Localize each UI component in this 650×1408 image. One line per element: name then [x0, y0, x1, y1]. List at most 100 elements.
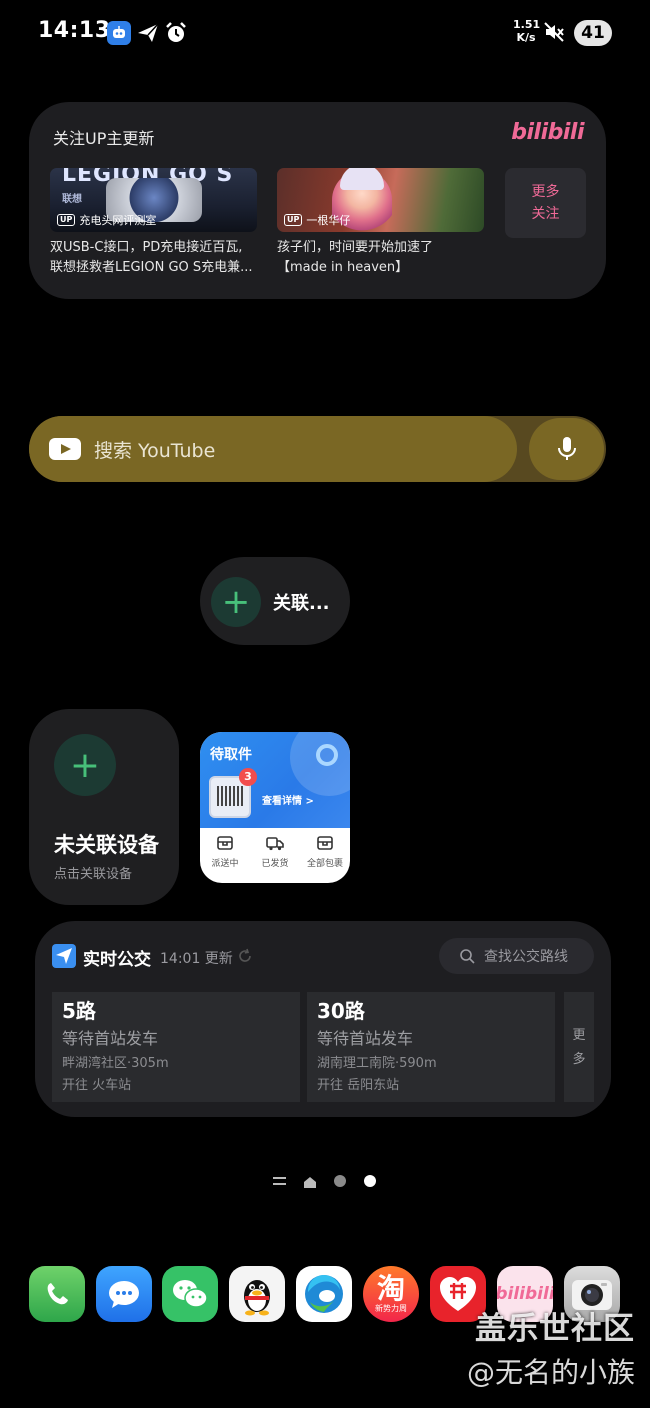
wechat-icon [173, 1280, 208, 1308]
phone-icon [47, 1283, 68, 1305]
video-thumbnail[interactable]: LEGION GO S 联想 UP 充电头网评测室 [50, 168, 257, 232]
route-direction: 开往 岳阳东站 [317, 1078, 400, 1093]
penguin-icon [244, 1280, 270, 1316]
bus-route-search[interactable]: 查找公交路线 [439, 938, 594, 974]
network-speed-unit: K/s [516, 31, 536, 44]
video-thumbnail[interactable]: UP 一根华仔 [277, 168, 484, 232]
send-icon [136, 21, 160, 45]
up-badge-icon: UP [284, 214, 303, 226]
plus-icon: + [54, 734, 116, 796]
uploader: UP 一根华仔 [284, 212, 350, 228]
chat-bubble-icon [109, 1281, 139, 1308]
watermark-user: @无名的小族 [466, 1356, 635, 1389]
qq-app[interactable] [229, 1266, 285, 1322]
box-icon [217, 836, 233, 850]
plus-icon: + [211, 577, 261, 627]
mute-icon [543, 21, 565, 43]
page-dot[interactable] [334, 1175, 346, 1187]
package-icon [317, 836, 333, 850]
realtime-bus-widget[interactable]: 实时公交 14:01 更新 查找公交路线 5路 等待首站发车 畔湖湾社区·305… [35, 921, 611, 1117]
edge-app[interactable] [296, 1266, 352, 1322]
video-desc-line: 双USB-C接口，PD充电接近百瓦, [50, 240, 243, 255]
youtube-search-bar[interactable]: 搜索 YouTube [29, 416, 517, 482]
bus-route-card[interactable]: 30路 等待首站发车 湖南理工南院·590m 开往 岳阳东站 [307, 992, 555, 1102]
page-indicator[interactable] [0, 1174, 650, 1188]
video-desc-line: 【made in heaven】 [277, 260, 409, 275]
more-routes-button[interactable]: 更 多 [564, 992, 594, 1102]
search-placeholder: 搜索 YouTube [94, 439, 216, 462]
network-speed-value: 1.51 [513, 18, 541, 31]
more-follows-button[interactable]: 更多 关注 [505, 168, 586, 238]
video-card[interactable]: UP 一根华仔 孩子们，时间要开始加速了 【made in heaven】 [277, 168, 485, 278]
up-badge-icon: UP [57, 214, 76, 226]
device-subtitle: 点击关联设备 [54, 867, 133, 882]
robot-app-icon [107, 21, 131, 45]
pinduoduo-icon [440, 1277, 476, 1311]
widget-title: 关注UP主更新 [53, 129, 155, 148]
route-number: 5路 [62, 999, 96, 1023]
more-label-line1: 更 [572, 1028, 586, 1043]
package-pickup-widget[interactable]: 待取件 3 查看详情 > 派送中 已发货 全部包裹 [200, 732, 350, 883]
messages-app[interactable] [96, 1266, 152, 1322]
bus-route-card[interactable]: 5路 等待首站发车 畔湖湾社区·305m 开往 火车站 [52, 992, 300, 1102]
route-status: 等待首站发车 [62, 1029, 159, 1048]
page-dot-active[interactable] [364, 1175, 376, 1187]
package-count-badge: 3 [239, 768, 257, 786]
page-list-icon[interactable] [273, 1177, 286, 1185]
unlinked-device-widget[interactable]: + 未关联设备 点击关联设备 [29, 709, 179, 905]
bus-title: 实时公交 [83, 950, 151, 970]
microphone-icon [557, 437, 576, 460]
nearest-stop: 湖南理工南院·590m [317, 1056, 437, 1071]
navigation-arrow-icon [52, 944, 76, 968]
link-label: 关联... [273, 593, 330, 614]
tab-shipped[interactable]: 已发货 [250, 834, 300, 869]
ring-icon [316, 744, 338, 766]
voice-search-button[interactable] [529, 418, 604, 480]
update-time: 14:01 更新 [160, 951, 233, 967]
bilibili-follow-widget[interactable]: 关注UP主更新 bilibili LEGION GO S 联想 UP 充电头网评… [29, 102, 606, 299]
link-device-pill[interactable]: + 关联... [200, 557, 350, 645]
edge-icon [305, 1274, 343, 1313]
taobao-app[interactable]: 淘 新势力周 [363, 1266, 419, 1322]
package-title: 待取件 [210, 747, 252, 763]
video-card[interactable]: LEGION GO S 联想 UP 充电头网评测室 双USB-C接口，PD充电接… [50, 168, 258, 278]
search-placeholder: 查找公交路线 [484, 949, 568, 965]
more-label-line1: 更多 [531, 184, 560, 200]
more-label-line2: 关注 [531, 206, 560, 222]
bilibili-logo: bilibili [511, 120, 584, 145]
network-speed: 1.51 K/s [513, 18, 541, 44]
youtube-search-widget: 搜索 YouTube [29, 416, 606, 482]
youtube-logo-icon [49, 438, 81, 460]
device-title: 未关联设备 [54, 833, 159, 857]
truck-icon [266, 837, 284, 851]
refresh-icon[interactable] [237, 948, 253, 964]
status-time: 14:13 [38, 18, 111, 43]
package-tabs: 派送中 已发货 全部包裹 [200, 834, 350, 869]
home-icon[interactable] [303, 1174, 317, 1188]
tab-label: 已发货 [261, 859, 289, 869]
tab-delivering[interactable]: 派送中 [200, 834, 250, 869]
phone-app[interactable] [29, 1266, 85, 1322]
status-bar: 14:13 1.51 K/s 41 [0, 0, 650, 66]
tab-label: 全部包裹 [306, 859, 343, 869]
taobao-badge-text: 新势力周 [375, 1304, 407, 1313]
view-details-link[interactable]: 查看详情 > [262, 792, 314, 807]
search-icon [460, 949, 475, 964]
bilibili-icon: bilibili [497, 1284, 553, 1304]
tab-label: 派送中 [211, 859, 239, 869]
uploader-name: 充电头网评测室 [79, 214, 157, 227]
video-desc-line: 孩子们，时间要开始加速了 [277, 240, 434, 255]
watermark-site: 盖乐世社区 [475, 1311, 635, 1347]
tab-all-packages[interactable]: 全部包裹 [300, 834, 350, 869]
battery-indicator: 41 [574, 20, 612, 46]
nearest-stop: 畔湖湾社区·305m [62, 1056, 169, 1071]
taobao-icon: 淘 [376, 1272, 405, 1305]
more-label-line2: 多 [572, 1052, 586, 1067]
uploader: UP 充电头网评测室 [57, 212, 156, 228]
thumbnail-brand: 联想 [62, 194, 82, 205]
package-header: 待取件 3 查看详情 > [200, 732, 350, 828]
wechat-app[interactable] [162, 1266, 218, 1322]
route-status: 等待首站发车 [317, 1029, 414, 1048]
alarm-icon [164, 21, 188, 45]
video-desc-line: 联想拯救者LEGION GO S充电兼... [50, 260, 253, 275]
